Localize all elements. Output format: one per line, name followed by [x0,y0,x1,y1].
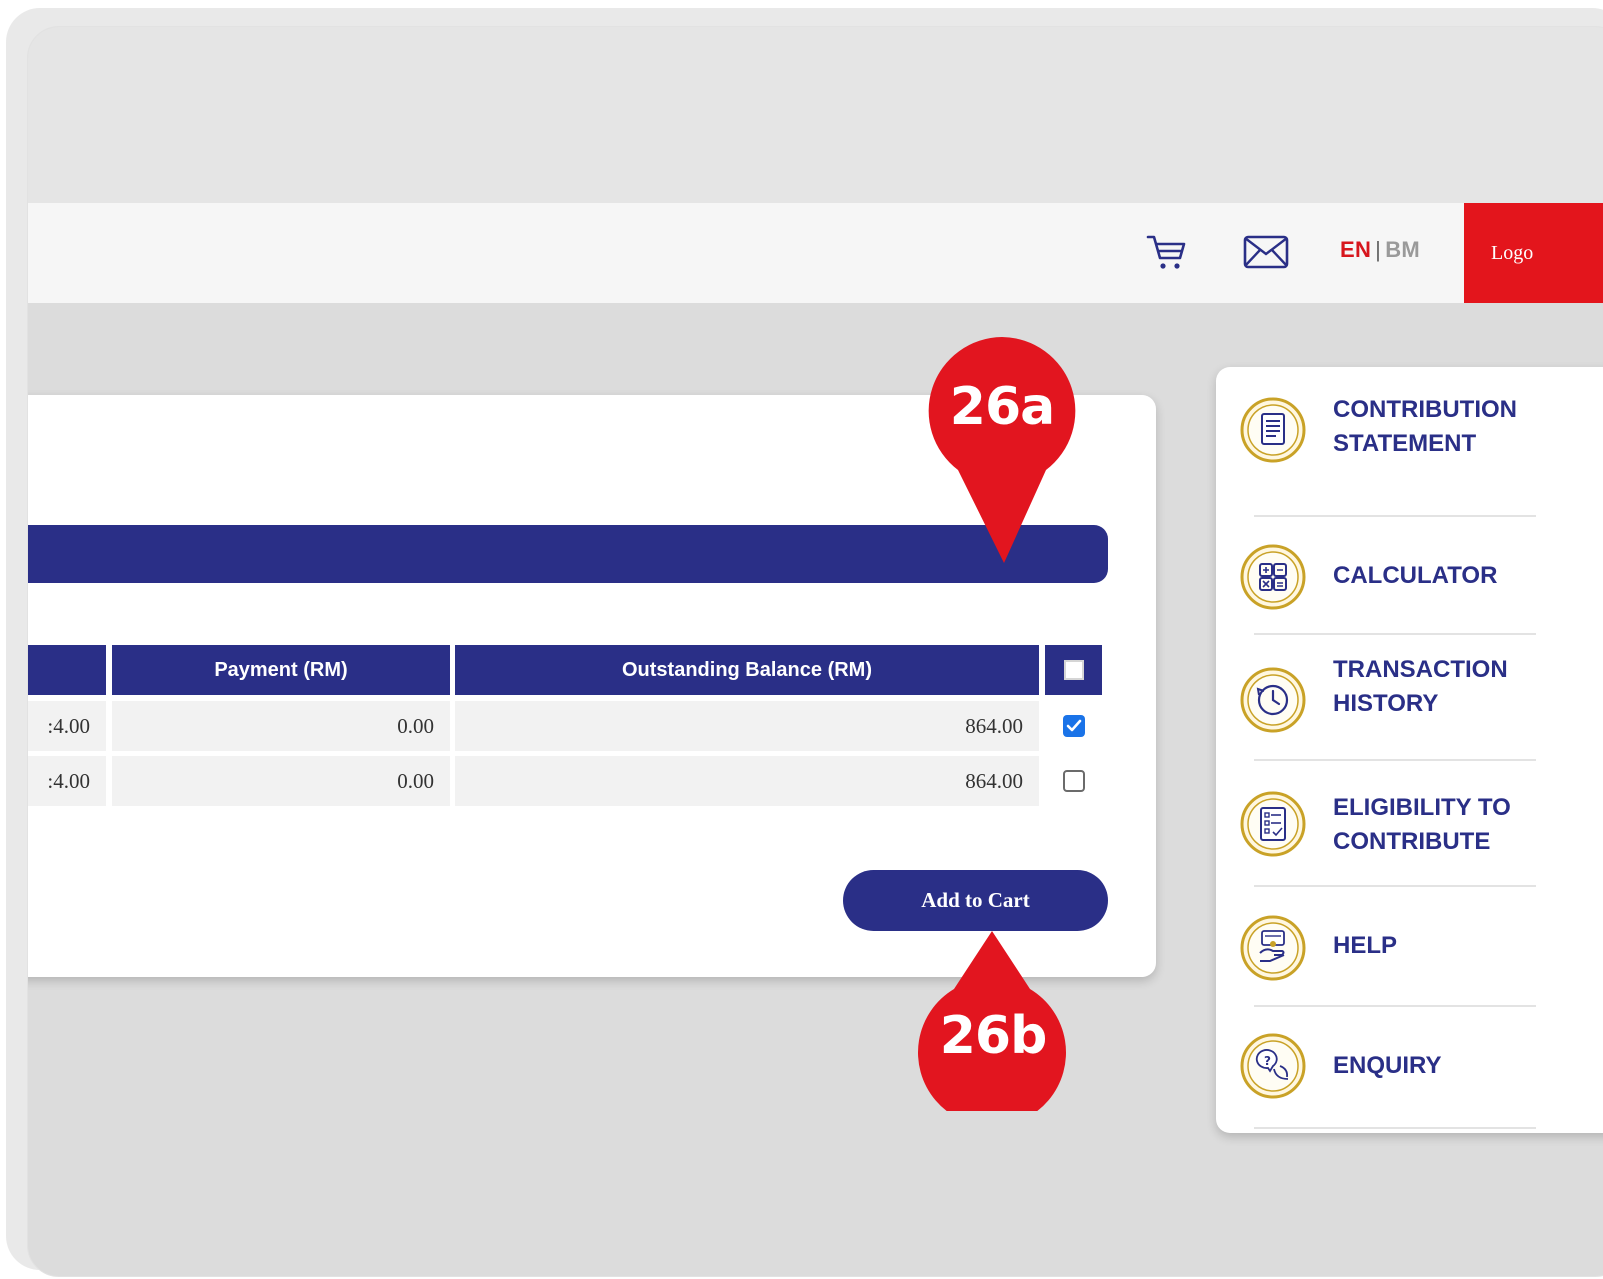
annotation-label-26a: 26a [949,377,1055,437]
svg-text:?: ? [1264,1054,1271,1068]
sidebar-item-label: ENQUIRY [1333,1052,1442,1079]
logout-button[interactable]: Logo [1464,203,1603,303]
sidebar-divider [1254,759,1536,761]
table-cell-payment: 0.00 [112,701,450,751]
help-icon [1240,915,1306,981]
lang-separator: | [1375,237,1382,262]
table-cell-outstanding: 864.00 [455,701,1039,751]
history-clock-icon [1240,667,1306,733]
select-all-checkbox[interactable] [1063,660,1084,680]
sidebar-item-label: CALCULATOR [1333,562,1498,589]
column-header-select-all [1045,645,1102,695]
sidebar-item-enquiry[interactable]: ? ENQUIRY [1240,1015,1550,1133]
table-cell-outstanding: 864.00 [455,756,1039,806]
annotation-label-26b: 26b [939,1006,1048,1066]
sidebar-divider [1254,1127,1536,1129]
language-switcher: EN | BM [1340,237,1420,263]
cart-icon[interactable] [1146,232,1190,272]
check-icon [1066,719,1081,732]
column-header-payment: Payment (RM) [112,645,450,695]
mail-icon[interactable] [1243,235,1289,269]
row-checkbox-checked[interactable] [1062,715,1085,737]
sidebar-item-calculator[interactable]: CALCULATOR [1240,527,1550,637]
sidebar-divider [1254,633,1536,635]
row-checkbox-unchecked[interactable] [1062,770,1085,792]
sidebar-item-label: CONTRIBUTION STATEMENT [1333,396,1517,457]
statement-icon [1240,397,1306,463]
app-window: EN | BM Logo Payment (RM) Outstanding Bala… [27,26,1603,1277]
sidebar-divider [1254,1005,1536,1007]
sidebar-divider [1254,515,1536,517]
table-cell-payment: 0.00 [112,756,450,806]
quick-links-sidebar: CONTRIBUTION STATEMENT CALCULATOR TRANSA… [1216,367,1603,1133]
column-header-outstanding: Outstanding Balance (RM) [455,645,1039,695]
annotation-pin-26a: 26a [928,337,1076,563]
calculator-icon [1240,544,1306,610]
lang-en-link[interactable]: EN [1340,237,1371,262]
annotation-pin-26b: 26b [918,931,1068,1111]
sidebar-item-label: TRANSACTION HISTORY [1333,656,1508,717]
sidebar-item-label: ELIGIBILITY TO CONTRIBUTE [1333,794,1511,855]
sidebar-item-contribution-statement[interactable]: CONTRIBUTION STATEMENT [1240,393,1550,523]
add-to-cart-button[interactable]: Add to Cart [843,870,1108,931]
lang-bm-link[interactable]: BM [1385,237,1420,262]
table-cell-prev: :4.00 [28,756,106,806]
column-header-prev [28,645,106,695]
sidebar-item-help[interactable]: HELP [1240,905,1550,1015]
eligibility-form-icon [1240,791,1306,857]
header-bar: EN | BM Logo [28,203,1603,303]
table-cell-prev: :4.00 [28,701,106,751]
sidebar-item-transaction-history[interactable]: TRANSACTION HISTORY [1240,653,1550,779]
sidebar-divider [1254,885,1536,887]
sidebar-item-eligibility[interactable]: ELIGIBILITY TO CONTRIBUTE [1240,779,1550,905]
enquiry-icon: ? [1240,1033,1306,1099]
top-band [28,27,1603,203]
sidebar-item-label: HELP [1333,932,1398,959]
